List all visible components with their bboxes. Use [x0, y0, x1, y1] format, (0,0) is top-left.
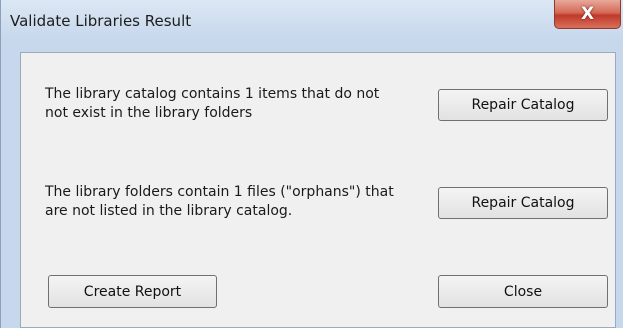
create-report-button[interactable]: Create Report [48, 275, 217, 308]
dialog-window: Validate Libraries Result X The library … [0, 0, 623, 328]
close-icon: X [580, 4, 595, 24]
window-close-button[interactable]: X [554, 0, 621, 29]
missing-items-message: The library catalog contains 1 items tha… [45, 86, 380, 121]
orphan-files-message: The library folders contain 1 files ("or… [45, 184, 394, 219]
dialog-body: The library catalog contains 1 items tha… [20, 52, 616, 328]
window-title: Validate Libraries Result [10, 12, 192, 30]
close-button[interactable]: Close [438, 275, 608, 308]
title-bar[interactable]: Validate Libraries Result X [1, 0, 623, 42]
repair-catalog-button-orphans[interactable]: Repair Catalog [438, 187, 608, 219]
repair-catalog-button-missing-items[interactable]: Repair Catalog [438, 89, 608, 121]
